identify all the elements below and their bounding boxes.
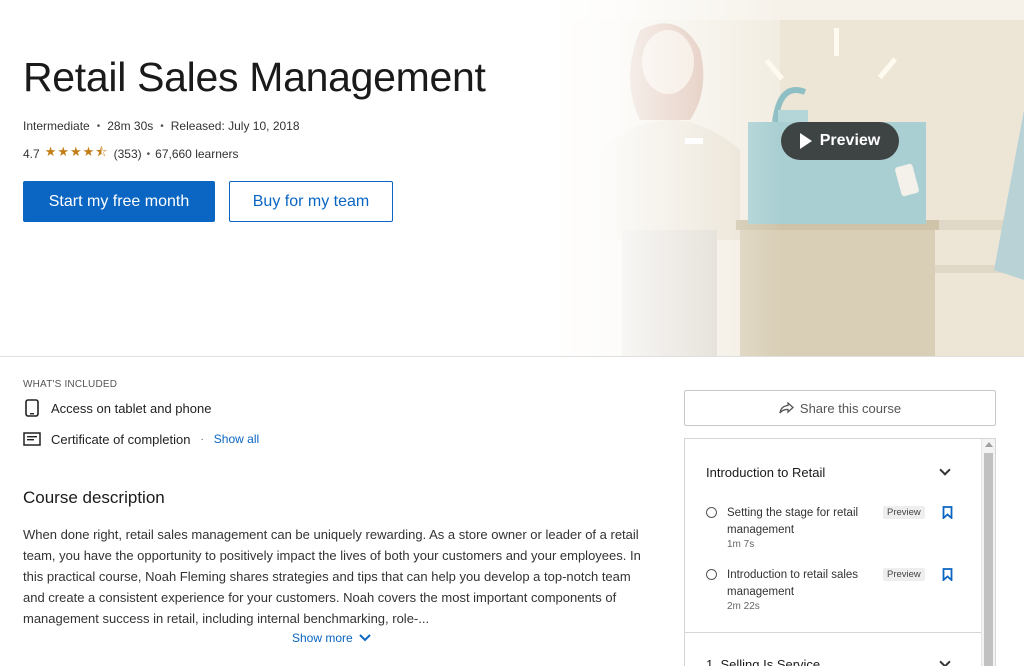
included-item-label: Access on tablet and phone — [51, 400, 212, 416]
share-course-button[interactable]: Share this course — [684, 390, 996, 426]
start-free-month-button[interactable]: Start my free month — [23, 181, 215, 222]
separator-dot: • — [160, 120, 164, 132]
show-all-link[interactable]: Show all — [214, 432, 259, 446]
bookmark-icon[interactable] — [942, 568, 953, 581]
lesson-duration: 1m 7s — [727, 539, 755, 550]
lesson-title: Introduction to retail sales management — [727, 569, 859, 598]
chevron-down-icon[interactable] — [939, 656, 951, 666]
rating-count: (353) — [113, 147, 142, 161]
chapter-title[interactable]: 1. Selling Is Service — [706, 657, 820, 666]
chapter-title[interactable]: Introduction to Retail — [706, 465, 825, 480]
preview-badge: Preview — [883, 568, 925, 581]
lesson-title: Setting the stage for retail management — [727, 507, 859, 536]
rating-value: 4.7 — [23, 147, 40, 161]
whats-included-heading: WHAT'S INCLUDED — [23, 379, 118, 390]
course-level: Intermediate — [23, 119, 90, 133]
table-of-contents: Introduction to Retail Setting the stage… — [684, 438, 996, 666]
chevron-down-icon — [358, 634, 371, 642]
included-item-label: Certificate of completion — [51, 431, 191, 447]
share-course-label: Share this course — [799, 400, 902, 416]
course-meta: Intermediate • 28m 30s • Released: July … — [23, 119, 300, 133]
course-title: Retail Sales Management — [23, 54, 486, 100]
lesson-duration: 2m 22s — [727, 601, 760, 612]
chevron-down-icon[interactable] — [939, 464, 951, 476]
course-rating-row: 4.7 ★★★★⯪ (353) • 67,660 learners — [23, 143, 239, 165]
chapter-divider — [685, 632, 982, 633]
separator-dot: • — [96, 120, 101, 132]
course-release-date: Released: July 10, 2018 — [170, 119, 300, 133]
included-item-certificate: Certificate of completion · Show all — [23, 430, 259, 448]
included-item-tablet: Access on tablet and phone — [23, 399, 211, 417]
course-duration: 28m 30s — [107, 119, 154, 133]
toc-scrollbar[interactable] — [981, 439, 995, 666]
share-icon — [779, 402, 794, 414]
lesson-item[interactable]: Introduction to retail sales management … — [706, 567, 966, 617]
preview-button-label: Preview — [819, 132, 881, 149]
course-description-title: Course description — [23, 488, 165, 507]
show-more-button[interactable]: Show more — [292, 631, 371, 645]
play-icon — [799, 133, 812, 149]
learner-count: 67,660 learners — [155, 147, 239, 161]
lesson-item[interactable]: Setting the stage for retail management … — [706, 505, 966, 555]
preview-badge: Preview — [883, 506, 925, 519]
preview-button[interactable]: Preview — [781, 122, 899, 160]
course-hero: Retail Sales Management Intermediate • 2… — [0, 0, 1024, 357]
course-description-text: When done right, retail sales management… — [23, 527, 641, 626]
lesson-status-icon — [706, 507, 717, 518]
lesson-status-icon — [706, 569, 717, 580]
show-more-label: Show more — [292, 631, 353, 645]
hero-fade-overlay — [520, 0, 780, 356]
bookmark-icon[interactable] — [942, 506, 953, 519]
separator-dot: • — [146, 148, 151, 160]
separator-dot: · — [200, 433, 204, 445]
buy-for-team-button[interactable]: Buy for my team — [229, 181, 393, 222]
certificate-icon — [23, 430, 41, 448]
rating-stars-icon: ★★★★⯪ — [44, 144, 109, 159]
scrollbar-thumb[interactable] — [984, 453, 993, 666]
scroll-up-icon[interactable] — [985, 442, 993, 447]
tablet-icon — [23, 399, 41, 417]
